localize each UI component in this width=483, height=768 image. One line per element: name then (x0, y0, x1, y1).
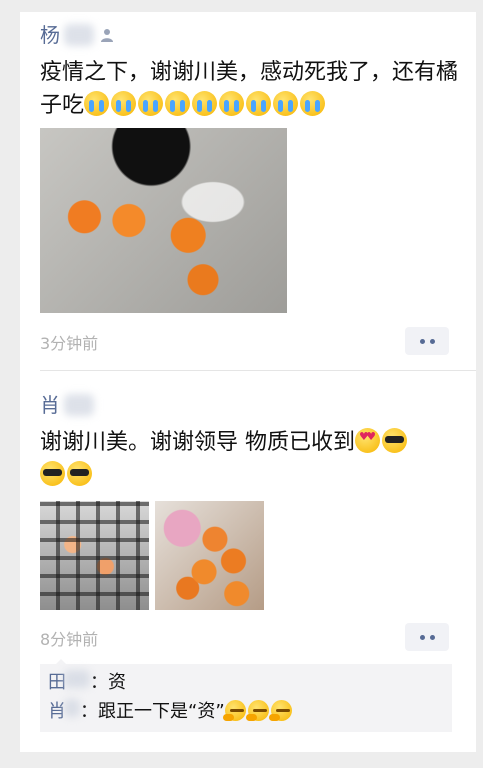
moment-post: 肖 谢谢川美。谢谢领导 物质已收到 (40, 392, 460, 492)
author-name[interactable]: 杨 (40, 22, 460, 48)
post-text: 疫情之下，谢谢川美，感动死我了，还有橘子吃 (40, 60, 459, 118)
post-timestamp: 8分钟前 (40, 630, 99, 649)
post-text: 谢谢川美。谢谢领导 物质已收到 (40, 426, 460, 492)
thinking-face-icon (245, 700, 269, 721)
comment-text: 跟正一下是“资” (98, 701, 225, 722)
sunglasses-face-icon (382, 428, 407, 453)
loudly-crying-face-icon (273, 91, 299, 116)
dot-icon (429, 338, 435, 344)
post-timestamp: 3分钟前 (40, 334, 99, 353)
sunglasses-face-icon (67, 461, 92, 486)
redacted-name-blur (64, 394, 94, 416)
thinking-face-icon (222, 700, 246, 721)
comment-row[interactable]: 田：资 (48, 668, 444, 697)
divider (40, 370, 476, 371)
redacted-name-blur (64, 670, 90, 688)
loudly-crying-face-icon (138, 91, 164, 116)
post-photo-oranges[interactable] (155, 501, 264, 610)
sunglasses-face-icon (40, 461, 65, 486)
comment-text: 资 (108, 672, 126, 693)
loudly-crying-face-icon (165, 91, 191, 116)
loudly-crying-face-icon (192, 91, 218, 116)
moments-card: 杨 疫情之下，谢谢川美，感动死我了，还有橘子吃 3分钟前 肖 谢谢川美。谢谢领导… (20, 12, 476, 752)
more-actions-button[interactable] (405, 623, 449, 651)
comment-row[interactable]: 肖：跟正一下是“资” (48, 697, 444, 726)
loudly-crying-face-icon (300, 91, 326, 116)
author-name[interactable]: 肖 (40, 392, 460, 418)
person-icon (101, 29, 113, 42)
loudly-crying-face-icon (219, 91, 245, 116)
moment-post: 杨 疫情之下，谢谢川美，感动死我了，还有橘子吃 (40, 22, 460, 122)
more-actions-button[interactable] (405, 327, 449, 355)
post-photo-oranges-bag[interactable] (40, 128, 287, 313)
heart-eyes-face-icon (355, 428, 380, 453)
dot-icon (419, 634, 425, 640)
thinking-face-icon (268, 700, 292, 721)
comments-box: 田：资 肖：跟正一下是“资” (40, 659, 452, 732)
loudly-crying-face-icon (84, 91, 110, 116)
redacted-name-blur (64, 699, 80, 717)
redacted-name-blur (64, 24, 94, 46)
loudly-crying-face-icon (111, 91, 137, 116)
post-photo-crates[interactable] (40, 501, 149, 610)
dot-icon (429, 634, 435, 640)
loudly-crying-face-icon (246, 91, 272, 116)
dot-icon (419, 338, 425, 344)
